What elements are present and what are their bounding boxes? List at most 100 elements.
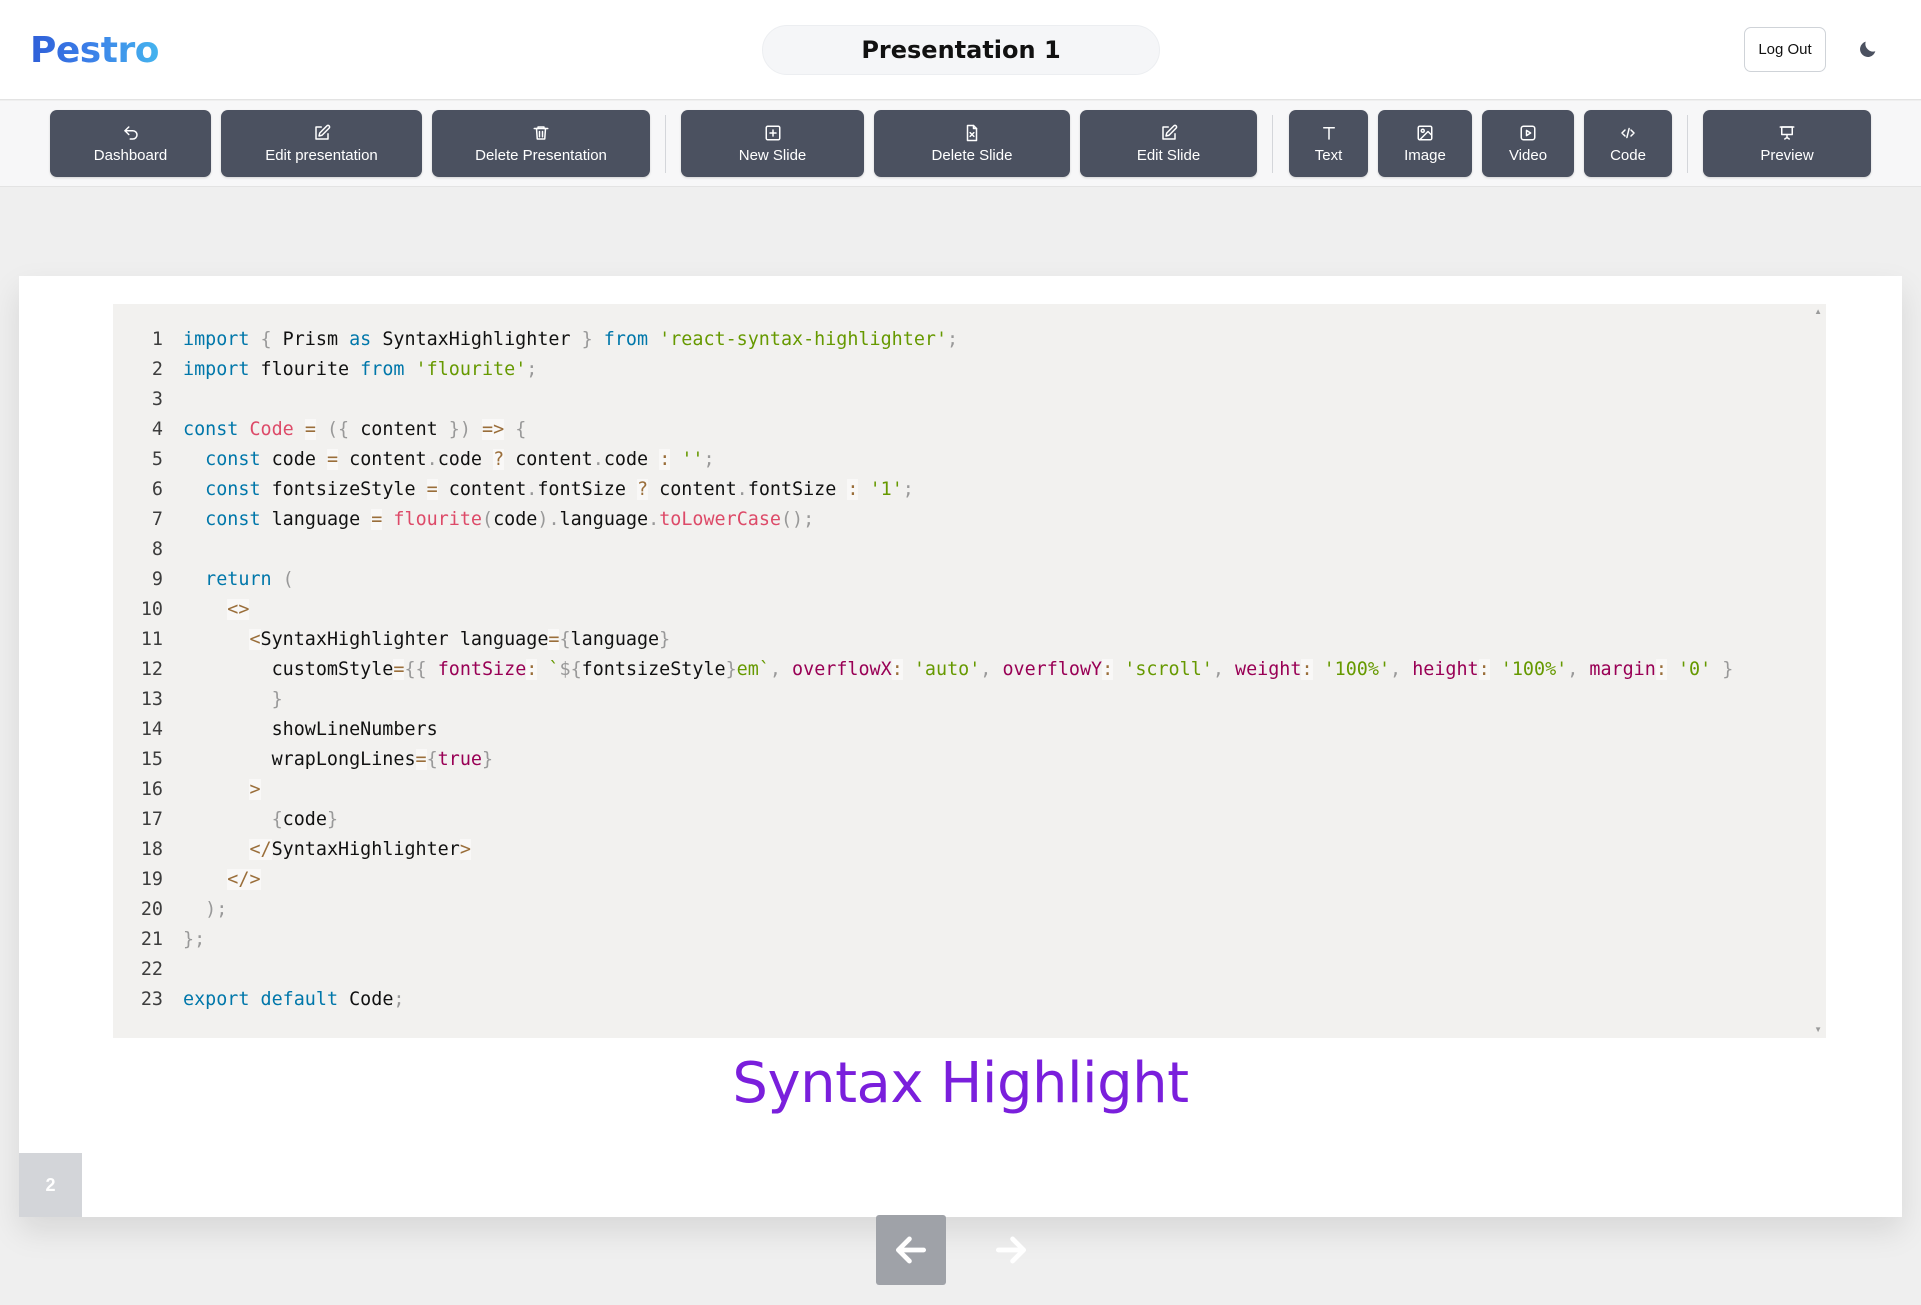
line-number: 15 <box>140 748 163 770</box>
slide-number-badge: 2 <box>19 1153 82 1217</box>
scroll-down-arrow-icon[interactable]: ▼ <box>1814 1026 1822 1034</box>
next-slide-button[interactable] <box>976 1215 1046 1285</box>
line-number: 20 <box>140 898 163 920</box>
code-text: const fontsizeStyle = content.fontSize ?… <box>205 478 914 500</box>
code-line: 15 wrapLongLines={true} <box>113 744 1826 774</box>
code-line: 11 <SyntaxHighlighter language={language… <box>113 624 1826 654</box>
delete-slide-label: Delete Slide <box>931 146 1013 164</box>
code-text: showLineNumbers <box>183 718 438 740</box>
add-text-button[interactable]: Text <box>1289 110 1368 177</box>
line-number: 12 <box>140 658 163 680</box>
add-image-button[interactable]: Image <box>1378 110 1472 177</box>
code-text: import { Prism as SyntaxHighlighter } fr… <box>183 328 959 350</box>
code-text: const language = flourite(code).language… <box>205 508 815 530</box>
presentation-icon <box>1779 125 1795 140</box>
code-text: return ( <box>205 568 294 590</box>
edit-slide-label: Edit Slide <box>1136 146 1201 164</box>
line-number: 4 <box>151 418 163 440</box>
code-text: <> <box>227 598 250 620</box>
code-line: 14 showLineNumbers <box>113 714 1826 744</box>
code-text: } <box>271 688 283 710</box>
add-code-button[interactable]: Code <box>1584 110 1672 177</box>
toolbar: Dashboard Edit presentation Delete Prese… <box>0 101 1921 187</box>
code-text: export default Code; <box>183 988 405 1010</box>
video-label: Video <box>1508 146 1548 164</box>
trash-icon <box>533 125 549 140</box>
code-text: import flourite from 'flourite'; <box>183 358 538 380</box>
code-line: 21}; <box>113 924 1826 954</box>
code-line: 17 {code} <box>113 804 1826 834</box>
slide-caption[interactable]: Syntax Highlight <box>19 1051 1902 1116</box>
code-text: {code} <box>271 808 339 830</box>
toolbar-divider <box>1687 115 1688 173</box>
code-block[interactable]: ▲ 1 import { Prism as SyntaxHighlighter }… <box>113 304 1826 1038</box>
delete-presentation-label: Delete Presentation <box>475 146 607 164</box>
code-line: 2 import flourite from 'flourite'; <box>113 354 1826 384</box>
arrow-left-icon <box>895 1236 927 1264</box>
image-label: Image <box>1404 146 1446 164</box>
line-number: 16 <box>140 778 163 800</box>
code-text: }; <box>183 928 206 950</box>
code-text: > <box>249 778 261 800</box>
code-text: customStyle={{ fontSize: `${fontsizeStyl… <box>183 658 1734 680</box>
code-line: 20 ); <box>113 894 1826 924</box>
code-text: const code = content.code ? content.code… <box>205 448 715 470</box>
logout-button[interactable]: Log Out <box>1744 27 1826 72</box>
app-logo[interactable]: Pestro <box>30 30 159 71</box>
code-line: 16 > <box>113 774 1826 804</box>
video-icon <box>1520 125 1536 140</box>
code-line: 22 <box>113 954 1826 984</box>
edit-icon <box>314 124 330 140</box>
line-number: 6 <box>151 478 163 500</box>
moon-icon[interactable] <box>1857 38 1879 60</box>
code-line: 12 customStyle={{ fontSize: `${fontsizeS… <box>113 654 1826 684</box>
edit-presentation-label: Edit presentation <box>265 146 378 164</box>
toolbar-divider <box>1272 115 1273 173</box>
new-slide-button[interactable]: New Slide <box>681 110 864 177</box>
line-number: 9 <box>151 568 163 590</box>
code-line: 10 <> <box>113 594 1826 624</box>
code-line: 4 const Code = ({ content }) => { <box>113 414 1826 444</box>
dashboard-label: Dashboard <box>93 146 168 164</box>
dashboard-button[interactable]: Dashboard <box>50 110 211 177</box>
plus-square-icon <box>765 125 780 140</box>
code-line: 19 </> <box>113 864 1826 894</box>
code-line: 23 export default Code; <box>113 984 1826 1014</box>
code-line: 7 const language = flourite(code).langua… <box>113 504 1826 534</box>
undo-icon <box>123 125 138 140</box>
image-icon <box>1417 125 1433 140</box>
delete-slide-button[interactable]: Delete Slide <box>874 110 1070 177</box>
line-number: 17 <box>140 808 163 830</box>
add-video-button[interactable]: Video <box>1482 110 1574 177</box>
code-line: 3 <box>113 384 1826 414</box>
edit-presentation-button[interactable]: Edit presentation <box>221 110 422 177</box>
line-number: 11 <box>140 628 163 650</box>
line-number: 8 <box>151 538 163 560</box>
toolbar-divider <box>665 115 666 173</box>
previous-slide-button[interactable] <box>876 1215 946 1285</box>
line-number: 5 <box>151 448 163 470</box>
line-number: 7 <box>151 508 163 530</box>
line-number: 13 <box>140 688 163 710</box>
code-text: </SyntaxHighlighter> <box>249 838 471 860</box>
scroll-up-arrow-icon[interactable]: ▲ <box>1814 308 1822 316</box>
line-number: 18 <box>140 838 163 860</box>
slide-canvas: ▲ 1 import { Prism as SyntaxHighlighter }… <box>19 276 1902 1217</box>
line-number: 21 <box>140 928 163 950</box>
edit-slide-button[interactable]: Edit Slide <box>1080 110 1257 177</box>
line-number: 22 <box>140 958 163 980</box>
preview-button[interactable]: Preview <box>1703 110 1871 177</box>
code-line: 13 } <box>113 684 1826 714</box>
line-number: 19 <box>140 868 163 890</box>
delete-presentation-button[interactable]: Delete Presentation <box>432 110 650 177</box>
line-number: 1 <box>151 328 163 350</box>
line-number: 14 <box>140 718 163 740</box>
line-number: 2 <box>151 358 163 380</box>
presentation-title: Presentation 1 <box>861 36 1061 64</box>
code-text: wrapLongLines={true} <box>183 748 494 770</box>
new-slide-label: New Slide <box>738 146 807 164</box>
line-number: 23 <box>140 988 163 1010</box>
code-line: 18 </SyntaxHighlighter> <box>113 834 1826 864</box>
code-line: 5 const code = content.code ? content.co… <box>113 444 1826 474</box>
presentation-title-pill: Presentation 1 <box>762 25 1160 75</box>
